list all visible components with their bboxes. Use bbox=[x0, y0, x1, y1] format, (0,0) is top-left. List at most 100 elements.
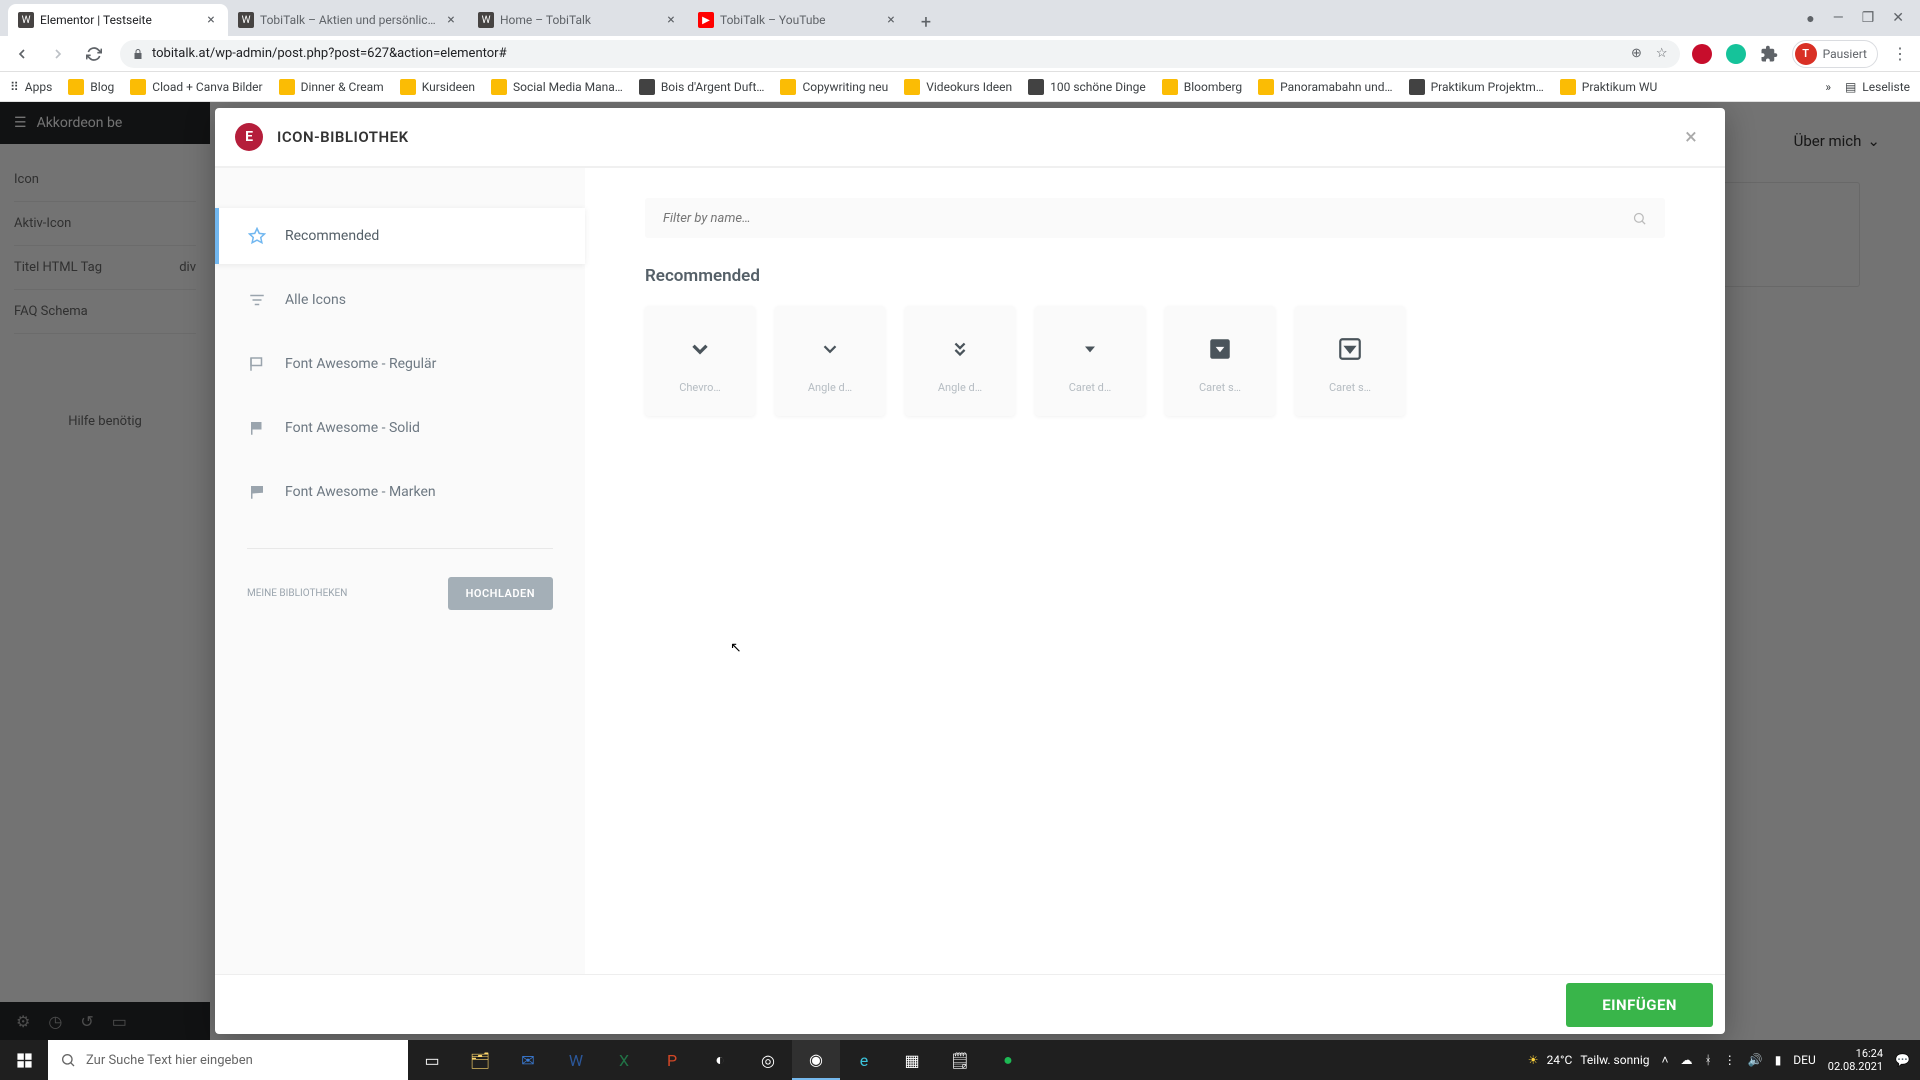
bookmark-apps[interactable]: ⠿Apps bbox=[10, 80, 52, 94]
bookmark-item[interactable]: Praktikum Projektm… bbox=[1409, 79, 1544, 95]
reading-list[interactable]: ▤Leseliste bbox=[1845, 80, 1910, 94]
modal-header: E ICON-BIBLIOTHEK × bbox=[215, 108, 1725, 168]
sidebar-item-fa-solid[interactable]: Font Awesome - Solid bbox=[215, 400, 585, 456]
tab-tobitalk-aktien[interactable]: W TobiTalk – Aktien und persönliche × bbox=[228, 4, 468, 36]
windows-taskbar: Zur Suche Text hier eingeben ▭ 🗂 ✉ W X P… bbox=[0, 1040, 1920, 1080]
notepad-icon[interactable]: 🗒 bbox=[936, 1040, 984, 1080]
bookmark-item[interactable]: 100 schöne Dinge bbox=[1028, 79, 1146, 95]
bookmark-item[interactable]: Kursideen bbox=[400, 79, 475, 95]
explorer-icon[interactable]: 🗂 bbox=[456, 1040, 504, 1080]
profile-paused[interactable]: T Pausiert bbox=[1792, 40, 1878, 68]
icon-card-chevron-down[interactable]: Chevro… bbox=[645, 306, 755, 416]
angle-double-down-icon bbox=[949, 329, 971, 369]
site-icon bbox=[1409, 79, 1425, 95]
upload-button[interactable]: HOCHLADEN bbox=[448, 577, 553, 610]
bookmark-item[interactable]: Blog bbox=[68, 79, 114, 95]
bookmark-item[interactable]: Videokurs Ideen bbox=[904, 79, 1012, 95]
bookmark-item[interactable]: Cload + Canva Bilder bbox=[130, 79, 262, 95]
excel-icon[interactable]: X bbox=[600, 1040, 648, 1080]
chrome-icon[interactable]: ◉ bbox=[792, 1040, 840, 1080]
bookmark-item[interactable]: Social Media Mana… bbox=[491, 79, 623, 95]
icon-card-angle-double-down[interactable]: Angle d… bbox=[905, 306, 1015, 416]
star-icon[interactable]: ☆ bbox=[1656, 46, 1668, 61]
extensions-icon[interactable] bbox=[1760, 45, 1778, 63]
battery-icon[interactable]: ▮ bbox=[1775, 1053, 1782, 1067]
wifi-icon[interactable]: ⋮ bbox=[1724, 1053, 1736, 1067]
mail-icon[interactable]: ✉ bbox=[504, 1040, 552, 1080]
bookmark-item[interactable]: Copywriting neu bbox=[780, 79, 888, 95]
close-icon[interactable]: × bbox=[664, 13, 678, 27]
insert-button[interactable]: EINFÜGEN bbox=[1566, 983, 1713, 1027]
forward-button[interactable] bbox=[44, 40, 72, 68]
notifications-icon[interactable]: 💬 bbox=[1895, 1053, 1910, 1067]
sidebar-item-recommended[interactable]: Recommended bbox=[215, 208, 585, 264]
bluetooth-icon[interactable]: ᚼ bbox=[1705, 1053, 1712, 1067]
back-button[interactable] bbox=[8, 40, 36, 68]
spotify-icon[interactable]: ● bbox=[984, 1040, 1032, 1080]
modal-footer: EINFÜGEN bbox=[215, 974, 1725, 1034]
icon-label: Chevro… bbox=[679, 381, 721, 394]
account-dot-icon[interactable]: ● bbox=[1806, 10, 1814, 27]
sidebar-item-fa-regular[interactable]: Font Awesome - Regulär bbox=[215, 336, 585, 392]
word-icon[interactable]: W bbox=[552, 1040, 600, 1080]
folder-icon bbox=[1162, 79, 1178, 95]
bookmark-item[interactable]: Bois d'Argent Duft… bbox=[639, 79, 765, 95]
search-icon[interactable] bbox=[1632, 211, 1647, 226]
icon-card-caret-square-solid[interactable]: Caret s… bbox=[1165, 306, 1275, 416]
icon-grid: Chevro… Angle d… Angle d… Caret d… bbox=[645, 306, 1665, 416]
sidebar-item-label: Recommended bbox=[285, 228, 379, 244]
close-window-icon[interactable]: ✕ bbox=[1892, 10, 1904, 26]
clock[interactable]: 16:24 02.08.2021 bbox=[1828, 1047, 1883, 1073]
sidebar-item-all-icons[interactable]: Alle Icons bbox=[215, 272, 585, 328]
tab-home-tobitalk[interactable]: W Home – TobiTalk × bbox=[468, 4, 688, 36]
windows-search[interactable]: Zur Suche Text hier eingeben bbox=[48, 1040, 408, 1080]
search-placeholder: Zur Suche Text hier eingeben bbox=[86, 1053, 253, 1068]
reload-button[interactable] bbox=[80, 40, 108, 68]
address-bar[interactable]: tobitalk.at/wp-admin/post.php?post=627&a… bbox=[120, 40, 1680, 68]
onedrive-icon[interactable]: ☁ bbox=[1681, 1053, 1693, 1067]
tab-youtube[interactable]: ▶ TobiTalk – YouTube × bbox=[688, 4, 908, 36]
task-view-icon[interactable]: ▭ bbox=[408, 1040, 456, 1080]
bookmarks-overflow[interactable]: » bbox=[1825, 80, 1831, 94]
window-controls: ● — ❐ ✕ bbox=[1790, 0, 1920, 36]
tray-overflow-icon[interactable]: ˄ bbox=[1662, 1053, 1669, 1067]
filter-input[interactable] bbox=[663, 211, 1632, 226]
caret-square-down-outline-icon bbox=[1337, 329, 1363, 369]
start-button[interactable] bbox=[0, 1040, 48, 1080]
bookmark-item[interactable]: Praktikum WU bbox=[1560, 79, 1657, 95]
volume-icon[interactable]: 🔊 bbox=[1748, 1053, 1763, 1067]
close-modal-button[interactable]: × bbox=[1677, 123, 1705, 151]
folder-icon bbox=[68, 79, 84, 95]
weather-widget[interactable]: ☀ 24°C Teilw. sonnig bbox=[1528, 1053, 1650, 1067]
bookmark-item[interactable]: Bloomberg bbox=[1162, 79, 1242, 95]
edge-icon[interactable]: e bbox=[840, 1040, 888, 1080]
icon-card-caret-square-outline[interactable]: Caret s… bbox=[1295, 306, 1405, 416]
tab-title: TobiTalk – YouTube bbox=[720, 13, 878, 27]
sidebar-item-label: Alle Icons bbox=[285, 292, 346, 308]
obs-icon[interactable]: ◎ bbox=[744, 1040, 792, 1080]
close-icon[interactable]: × bbox=[884, 13, 898, 27]
menu-icon[interactable]: ⋮ bbox=[1892, 44, 1908, 63]
icon-label: Angle d… bbox=[938, 381, 982, 394]
bookmark-item[interactable]: Dinner & Cream bbox=[279, 79, 384, 95]
new-tab-button[interactable]: + bbox=[912, 8, 940, 36]
zoom-icon[interactable]: ⊕ bbox=[1631, 46, 1642, 61]
powerpoint-icon[interactable]: P bbox=[648, 1040, 696, 1080]
readlist-icon: ▤ bbox=[1845, 80, 1856, 94]
bookmark-item[interactable]: Panoramabahn und… bbox=[1258, 79, 1392, 95]
app-icon[interactable]: ◐ bbox=[696, 1040, 744, 1080]
minimize-icon[interactable]: — bbox=[1833, 10, 1844, 26]
close-icon[interactable]: × bbox=[204, 13, 218, 27]
icon-card-caret-down[interactable]: Caret d… bbox=[1035, 306, 1145, 416]
app-icon[interactable]: ▦ bbox=[888, 1040, 936, 1080]
close-icon[interactable]: × bbox=[444, 13, 458, 27]
caret-square-down-solid-icon bbox=[1207, 329, 1233, 369]
extension-icon-abp[interactable] bbox=[1692, 44, 1712, 64]
sidebar-item-fa-brands[interactable]: Font Awesome - Marken bbox=[215, 464, 585, 520]
maximize-icon[interactable]: ❐ bbox=[1862, 10, 1875, 26]
language-indicator[interactable]: DEU bbox=[1793, 1053, 1815, 1067]
icon-card-angle-down[interactable]: Angle d… bbox=[775, 306, 885, 416]
extension-icon-grammarly[interactable] bbox=[1726, 44, 1746, 64]
tab-elementor[interactable]: W Elementor | Testseite × bbox=[8, 4, 228, 36]
bookmarks-bar: ⠿Apps Blog Cload + Canva Bilder Dinner &… bbox=[0, 72, 1920, 102]
